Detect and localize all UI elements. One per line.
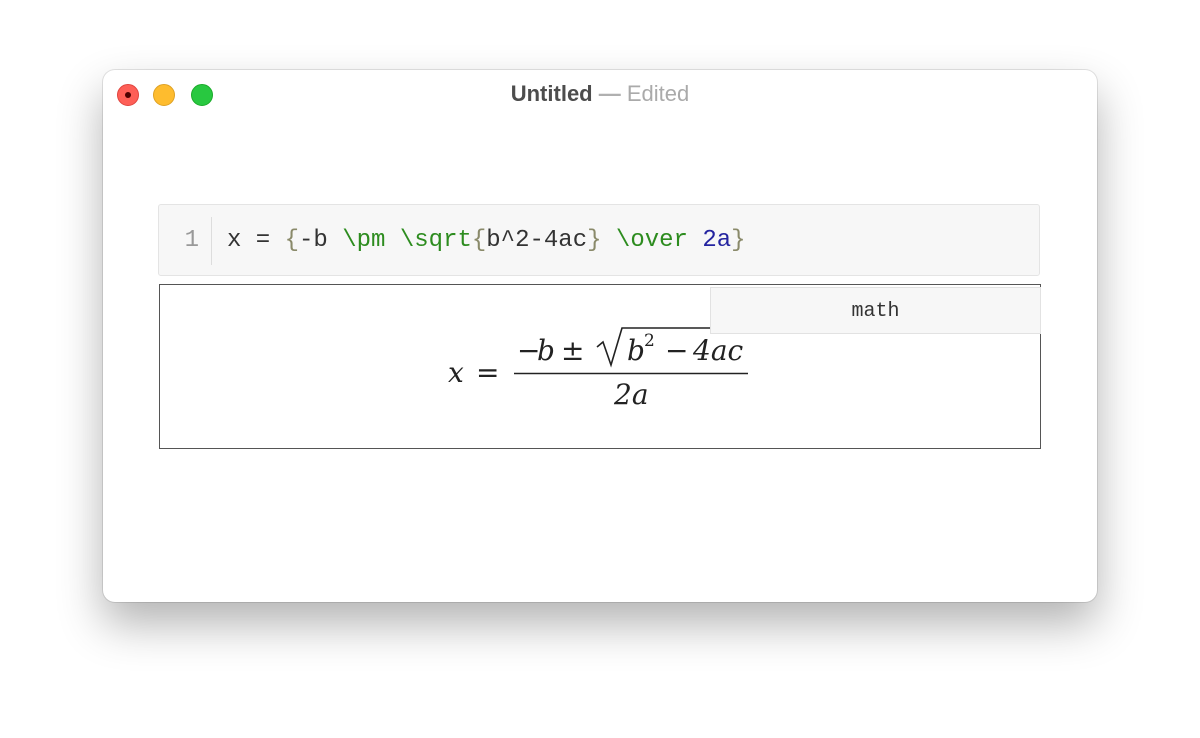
line-number: 1 xyxy=(184,227,199,254)
code-token-plain: -b xyxy=(299,227,343,254)
title-bar[interactable]: Untitled — Edited xyxy=(103,70,1097,120)
code-token-number: 2a xyxy=(702,227,732,254)
line-gutter: 1 xyxy=(159,205,212,275)
formula-exponent: 2 xyxy=(644,331,655,351)
formula-equals: = xyxy=(476,356,499,389)
code-token-keyword: \sqrt xyxy=(399,227,472,254)
code-token-bracket: { xyxy=(284,227,300,254)
formula-radicand-minus: − xyxy=(665,334,688,367)
document-name: Untitled xyxy=(510,81,593,106)
code-token-plain: b^2-4ac xyxy=(486,227,588,254)
code-token-bracket: } xyxy=(731,227,746,254)
code-block-editor[interactable]: 1 x = {-b \pm \sqrt{b^2-4ac} \over 2a} xyxy=(158,204,1040,276)
formula-plus-minus: ± xyxy=(561,334,584,367)
app-window: Untitled — Edited 1 x = {-b \pm \sqrt{b^… xyxy=(103,70,1097,602)
formula-radicand-term: 4ac xyxy=(692,334,744,367)
code-token-bracket: } xyxy=(587,227,602,254)
formula-denominator: 2a xyxy=(613,378,649,411)
window-title: Untitled — Edited xyxy=(103,81,1097,107)
math-preview: x = − b ± b 2 − 4ac 2a math xyxy=(159,284,1041,449)
code-token-bracket: { xyxy=(471,227,487,254)
gutter-divider xyxy=(211,217,212,265)
code-token-plain: x = xyxy=(227,227,285,254)
code-line[interactable]: x = {-b \pm \sqrt{b^2-4ac} \over 2a} xyxy=(227,227,746,255)
language-tag[interactable]: math xyxy=(710,287,1041,334)
code-token-keyword: \over xyxy=(615,227,688,254)
edit-status: Edited xyxy=(626,81,690,106)
title-separator: — xyxy=(598,81,621,106)
code-token-keyword: \pm xyxy=(342,227,386,254)
formula-b: b xyxy=(537,334,555,367)
formula-radicand-b: b xyxy=(627,334,645,367)
formula-lhs: x xyxy=(448,356,464,389)
